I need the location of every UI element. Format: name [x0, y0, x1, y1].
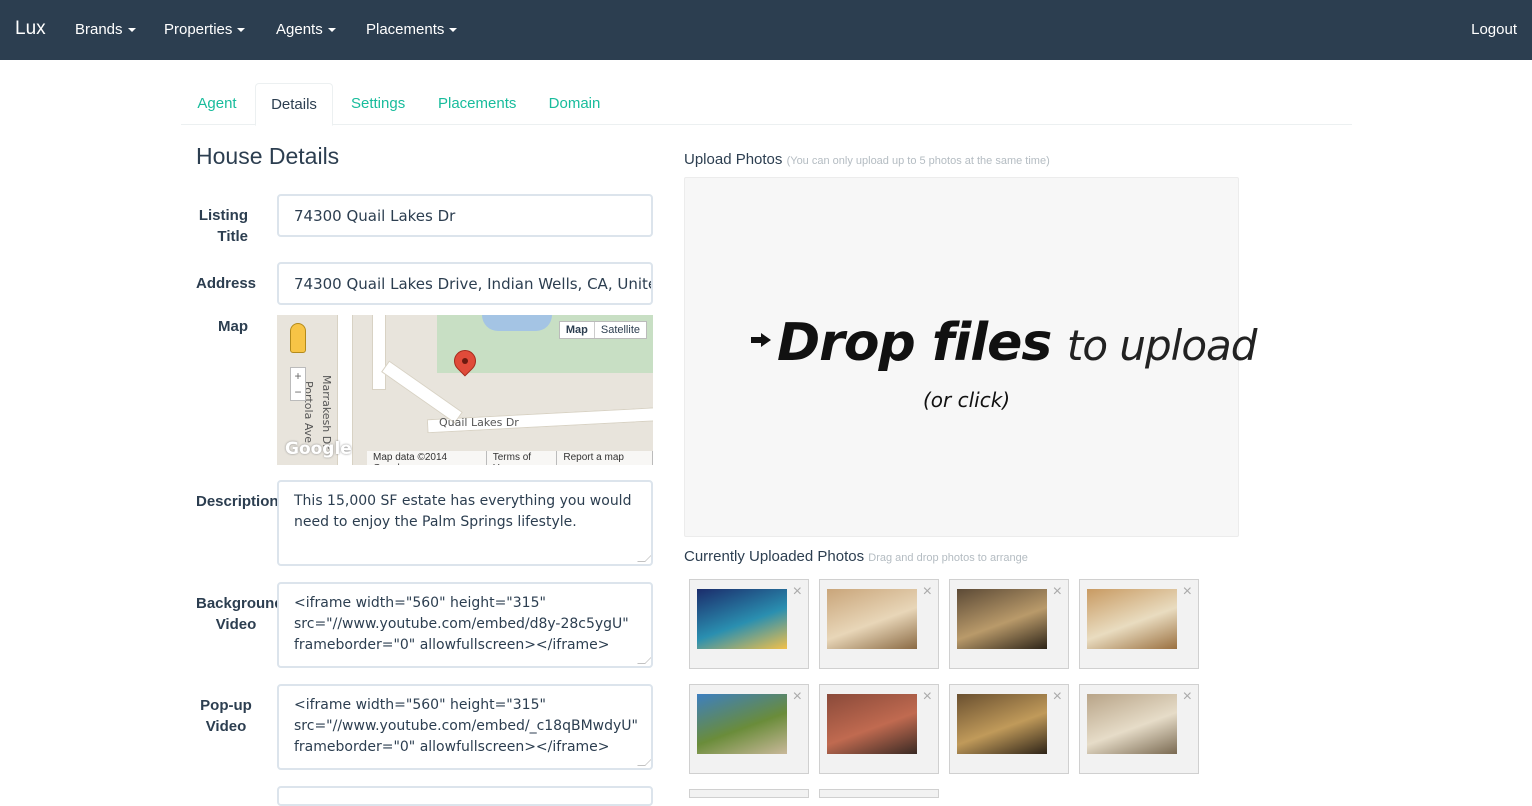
map-marker-dot	[462, 358, 468, 364]
nav-properties-label: Properties	[164, 21, 233, 38]
map-type-control: Map Satellite	[558, 321, 647, 339]
photo-thumbnail-partial[interactable]	[689, 789, 809, 798]
nav-placements-dropdown[interactable]: Placements	[366, 21, 458, 38]
nav-placements-label: Placements	[366, 21, 445, 38]
zoom-in-button[interactable]: +	[291, 368, 305, 384]
dropzone-bold-text: Drop files	[777, 313, 1052, 373]
map-zoom-control: + −	[290, 367, 306, 401]
background-video-textarea[interactable]: <iframe width="560" height="315" src="//…	[277, 582, 653, 668]
tab-domain[interactable]: Domain	[548, 83, 601, 125]
tab-placements[interactable]: Placements	[438, 83, 516, 125]
description-label: Description	[196, 493, 279, 510]
description-text: This 15,000 SF estate has everything you…	[294, 493, 636, 530]
address-input[interactable]: 74300 Quail Lakes Drive, Indian Wells, C…	[277, 262, 653, 305]
remove-photo-icon[interactable]: ×	[923, 584, 932, 600]
photo-image	[827, 694, 917, 754]
map-report-error-link[interactable]: Report a map error	[557, 451, 653, 465]
map-data-credit: Map data ©2014 Google	[367, 451, 487, 465]
photo-thumbnail[interactable]: ×	[689, 579, 809, 669]
listing-title-label: Listing Title	[198, 207, 248, 245]
popup-video-label: Pop-up Video	[200, 697, 252, 735]
dropzone-message: Drop files to upload	[777, 313, 1258, 373]
upload-title-text: Upload Photos	[684, 151, 783, 168]
upload-photos-title: Upload Photos (You can only upload up to…	[684, 151, 1050, 168]
nav-agents-dropdown[interactable]: Agents	[276, 21, 336, 38]
uploaded-photos-hint: Drag and drop photos to arrange	[868, 552, 1028, 564]
photo-image	[827, 589, 917, 649]
detail-tabs: Agent Details Settings Placements Domain	[181, 83, 1352, 126]
background-video-label: Background Video	[196, 595, 284, 633]
tab-agent[interactable]: Agent	[197, 83, 237, 125]
background-video-text: <iframe width="560" height="315" src="//…	[294, 595, 634, 653]
photo-image	[957, 694, 1047, 754]
logout-link[interactable]: Logout	[1471, 21, 1517, 38]
caret-down-icon	[449, 28, 458, 33]
zoom-out-button[interactable]: −	[291, 384, 305, 400]
photo-image	[697, 694, 787, 754]
remove-photo-icon[interactable]: ×	[1053, 689, 1062, 705]
nav-agents-label: Agents	[276, 21, 323, 38]
map-road-curve	[372, 315, 386, 390]
remove-photo-icon[interactable]: ×	[1183, 584, 1192, 600]
photo-thumbnail[interactable]: ×	[819, 684, 939, 774]
photo-image	[1087, 694, 1177, 754]
listing-title-input[interactable]: 74300 Quail Lakes Dr	[277, 194, 653, 237]
location-map[interactable]: Quail Lakes Dr Portola Ave Marrakesh Dr …	[277, 315, 653, 465]
photo-thumbnail[interactable]: ×	[1079, 579, 1199, 669]
remove-photo-icon[interactable]: ×	[1183, 689, 1192, 705]
photo-image	[957, 589, 1047, 649]
photo-thumbnail[interactable]: ×	[1079, 684, 1199, 774]
nav-brands-label: Brands	[75, 21, 123, 38]
page-title: House Details	[196, 143, 340, 169]
upload-hint: (You can only upload up to 5 photos at t…	[786, 155, 1050, 167]
tab-settings[interactable]: Settings	[351, 83, 405, 125]
nav-properties-dropdown[interactable]: Properties	[164, 21, 246, 38]
next-field-partial[interactable]	[277, 786, 653, 806]
photo-image	[1087, 589, 1177, 649]
description-textarea[interactable]: This 15,000 SF estate has everything you…	[277, 480, 653, 566]
nav-brands-dropdown[interactable]: Brands	[75, 21, 136, 38]
popup-video-textarea[interactable]: <iframe width="560" height="315" src="//…	[277, 684, 653, 770]
popup-video-text: <iframe width="560" height="315" src="//…	[294, 697, 643, 755]
uploaded-photos-text: Currently Uploaded Photos	[684, 548, 865, 565]
map-footer: Map data ©2014 Google Terms of Use Repor…	[367, 451, 653, 465]
photo-dropzone[interactable]: Drop files to upload (or click)	[684, 177, 1257, 537]
map-type-map-button[interactable]: Map	[560, 322, 595, 338]
photo-thumbnail-partial[interactable]	[819, 789, 939, 798]
resize-grip-icon[interactable]	[637, 554, 651, 562]
photo-image	[697, 589, 787, 649]
dropzone-light-text: to upload	[1066, 321, 1258, 370]
uploaded-photos-title: Currently Uploaded Photos Drag and drop …	[684, 548, 1028, 565]
map-street-marrakesh: Marrakesh Dr	[320, 375, 333, 449]
arrow-right-icon	[751, 333, 771, 347]
caret-down-icon	[127, 28, 136, 33]
street-view-pegman-icon[interactable]	[290, 323, 306, 353]
resize-grip-icon[interactable]	[637, 656, 651, 664]
dropzone-subtext: (or click)	[923, 388, 1011, 412]
photo-thumbnail[interactable]: ×	[689, 684, 809, 774]
top-navbar: Lux Brands Properties Agents Placements …	[0, 0, 1532, 60]
photo-thumbnail[interactable]: ×	[949, 579, 1069, 669]
photo-thumbnail[interactable]: ×	[819, 579, 939, 669]
remove-photo-icon[interactable]: ×	[1053, 584, 1062, 600]
map-type-satellite-button[interactable]: Satellite	[595, 322, 646, 338]
tab-details[interactable]: Details	[255, 83, 333, 126]
photo-thumbnail[interactable]: ×	[949, 684, 1069, 774]
map-water-area	[482, 315, 552, 331]
caret-down-icon	[237, 28, 246, 33]
map-terms-link[interactable]: Terms of Use	[487, 451, 558, 465]
map-street-quail: Quail Lakes Dr	[439, 416, 519, 429]
resize-grip-icon[interactable]	[637, 758, 651, 766]
remove-photo-icon[interactable]: ×	[923, 689, 932, 705]
remove-photo-icon[interactable]: ×	[793, 584, 802, 600]
google-logo: Google	[285, 439, 352, 459]
caret-down-icon	[327, 28, 336, 33]
map-label: Map	[218, 318, 248, 335]
remove-photo-icon[interactable]: ×	[793, 689, 802, 705]
address-label: Address	[196, 275, 257, 292]
brand-logo[interactable]: Lux	[15, 18, 46, 40]
